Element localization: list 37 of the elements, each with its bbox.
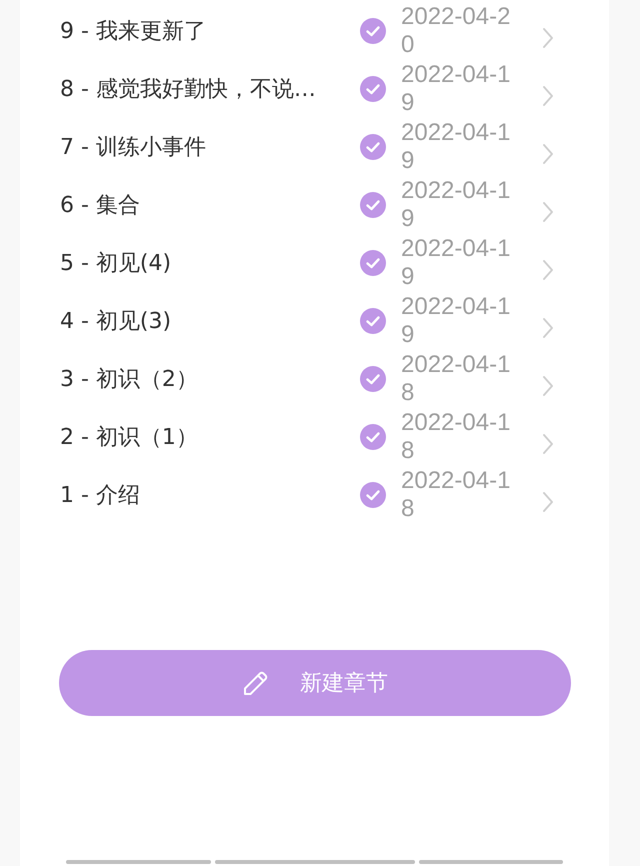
chapter-row[interactable]: 5 - 初见(4) 2022-04-19 [20,234,609,292]
chapter-date: 2022-04-19 [401,177,512,233]
chapter-title: 7 - 训练小事件 [60,134,207,162]
chapter-row[interactable]: 7 - 训练小事件 2022-04-19 [20,118,609,176]
chapter-row[interactable]: 4 - 初见(3) 2022-04-19 [20,292,609,350]
chapter-date: 2022-04-19 [401,61,512,117]
chapter-title: 5 - 初见(4) [60,250,172,278]
chevron-right-icon [542,201,554,223]
chapter-title: 6 - 集合 [60,192,141,220]
chapter-row[interactable]: 6 - 集合 2022-04-19 [20,176,609,234]
chapter-row[interactable]: 3 - 初识（2） 2022-04-18 [20,350,609,408]
chapter-title: 2 - 初识（1） [60,424,199,452]
chevron-right-icon [542,85,554,107]
chevron-right-icon [542,317,554,339]
chapter-date: 2022-04-19 [401,293,512,349]
chapter-date: 2022-04-20 [401,3,512,59]
chapter-date: 2022-04-18 [401,409,512,465]
chapter-date: 2022-04-18 [401,467,512,523]
chapter-row[interactable]: 8 - 感觉我好勤快，不说… 2022-04-19 [20,60,609,118]
chevron-right-icon [542,491,554,513]
chapter-row[interactable]: 9 - 我来更新了 2022-04-20 [20,2,609,60]
chapter-title: 8 - 感觉我好勤快，不说… [60,76,317,104]
pencil-icon [242,669,270,697]
chapter-title: 1 - 介绍 [60,482,141,510]
chevron-right-icon [542,259,554,281]
chapter-date: 2022-04-19 [401,235,512,291]
chevron-right-icon [542,27,554,49]
chapter-row[interactable]: 1 - 介绍 2022-04-18 [20,466,609,524]
chapter-date: 2022-04-19 [401,119,512,175]
chapter-title: 3 - 初识（2） [60,366,199,394]
chevron-right-icon [542,375,554,397]
chapter-date: 2022-04-18 [401,351,512,407]
chapter-title: 9 - 我来更新了 [60,18,207,46]
chapter-row[interactable]: 2 - 初识（1） 2022-04-18 [20,408,609,466]
chevron-right-icon [542,433,554,455]
chapter-title: 4 - 初见(3) [60,308,172,336]
chevron-right-icon [542,143,554,165]
